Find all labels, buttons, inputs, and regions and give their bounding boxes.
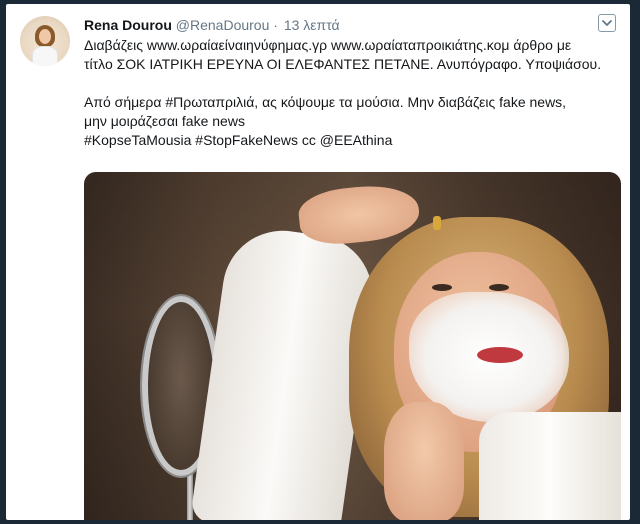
hand-with-razor [384, 402, 464, 520]
tweet-header: Rena Dourou @RenaDourou · 13 λεπτά [84, 16, 340, 34]
timeline-background: Rena Dourou @RenaDourou · 13 λεπτά Διαβά… [0, 0, 640, 524]
tweet-line-2: τίτλο ΣΟΚ ΙΑΤΡΙΚΗ ΕΡΕΥΝΑ ΟΙ ΕΛΕΦΑΝΤΕΣ ΠΕ… [84, 56, 602, 72]
tweet-line-3: Από σήμερα #Πρωταπριλιά, ας κόψουμε τα μ… [84, 94, 567, 110]
avatar-body [32, 46, 58, 66]
ring [433, 216, 441, 230]
tweet-line-1: Διαβάζεις www.ωραίαείναιηνύφημας.γρ www.… [84, 37, 572, 53]
avatar-face [39, 29, 51, 44]
lips [477, 347, 523, 363]
tweet-timestamp[interactable]: 13 λεπτά [284, 17, 340, 33]
white-shirt [479, 412, 621, 520]
tweet-hashtags[interactable]: #KopseTaMousia #StopFakeNews cc @EEAthin… [84, 131, 624, 150]
avatar[interactable] [20, 16, 70, 66]
tweet-photo[interactable] [84, 172, 621, 520]
eye-left [432, 284, 452, 291]
author-handle[interactable]: @RenaDourou [176, 17, 270, 33]
tweet-text: Διαβάζεις www.ωραίαείναιηνύφημας.γρ www.… [84, 36, 624, 150]
chevron-down-icon [602, 20, 612, 26]
tweet-actions-button[interactable] [598, 14, 616, 32]
tweet-line-4: μην μοιράζεσαι fake news [84, 113, 245, 129]
eye-right [489, 284, 509, 291]
separator-dot: · [273, 17, 278, 33]
tweet-card[interactable]: Rena Dourou @RenaDourou · 13 λεπτά Διαβά… [6, 4, 630, 520]
author-name[interactable]: Rena Dourou [84, 17, 172, 33]
